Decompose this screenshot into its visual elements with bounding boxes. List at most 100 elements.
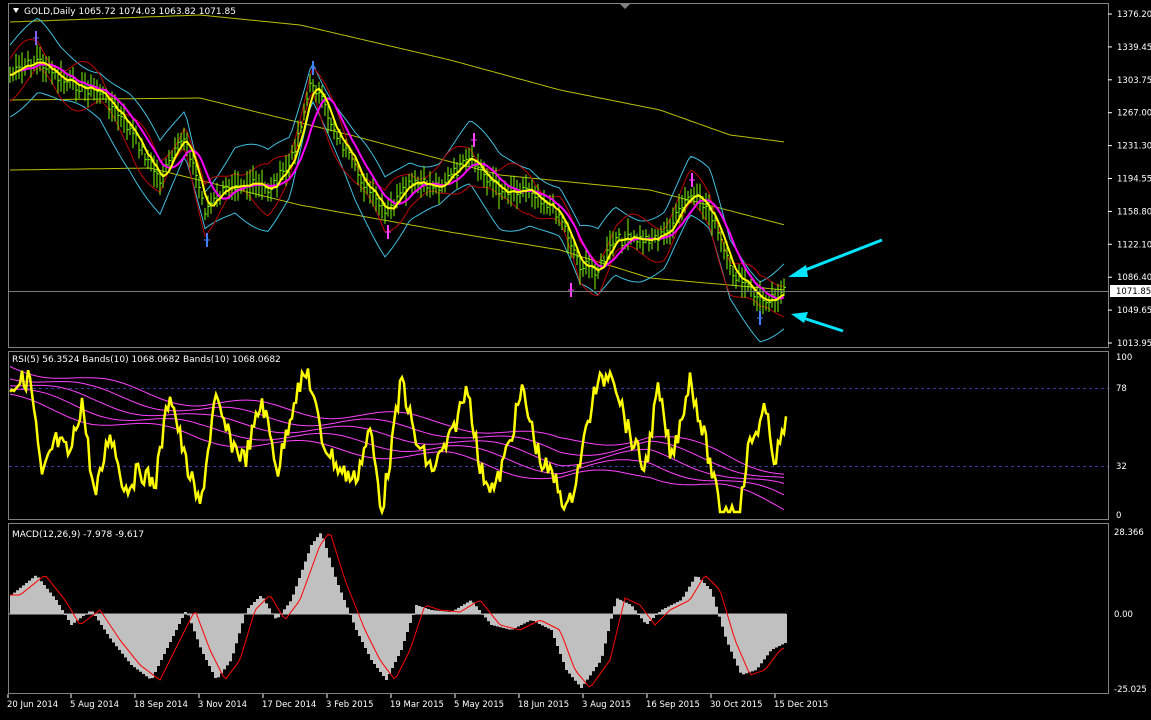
- macd-histogram-bar: [553, 614, 556, 638]
- macd-histogram-bar: [487, 614, 490, 622]
- date-axis: 20 Jun 2014 5 Aug 2014 18 Sep 2014 3 Nov 20…: [7, 694, 828, 710]
- macd-histogram-bar: [40, 581, 43, 614]
- macd-histogram-bar: [298, 578, 301, 614]
- macd-histogram-bar: [571, 614, 574, 678]
- macd-histogram-bar: [700, 580, 703, 614]
- date-label: 19 Mar 2015: [390, 700, 444, 710]
- macd-histogram-bar: [193, 614, 196, 632]
- macd-histogram-bar: [178, 614, 181, 624]
- trading-chart-window: GOLD,Daily 1065.72 1074.03 1063.82 1071.…: [0, 0, 1151, 716]
- macd-histogram-bar: [238, 614, 241, 634]
- macd-histogram-bar: [229, 614, 232, 662]
- macd-header: MACD(12,26,9) -7.978 -9.617: [12, 530, 144, 540]
- price-label: 1339.45: [1117, 43, 1151, 53]
- macd-histogram-bar: [430, 610, 433, 614]
- date-label: 16 Sep 2015: [646, 700, 700, 710]
- rsi-axis: 100 78 32 0: [1116, 353, 1132, 521]
- macd-histogram-bar: [226, 614, 229, 666]
- macd-histogram-bar: [163, 614, 166, 654]
- macd-histogram-bar: [610, 614, 613, 619]
- macd-histogram-bar: [286, 605, 289, 614]
- macd-histogram-bar: [616, 598, 619, 614]
- dropdown-triangle-icon[interactable]: [13, 8, 19, 13]
- macd-histogram-bar: [370, 614, 373, 660]
- macd-histogram-bar: [607, 614, 610, 632]
- macd-level-label: 28.366: [1114, 528, 1144, 538]
- macd-histogram-bar: [478, 610, 481, 614]
- macd-histogram-bar: [55, 600, 58, 614]
- macd-histogram-bar: [742, 614, 745, 675]
- rsi-level-label: 100: [1116, 353, 1132, 363]
- macd-histogram-bar: [781, 614, 784, 645]
- macd-histogram-bar: [394, 614, 397, 662]
- rsi-level-label: 0: [1116, 511, 1121, 521]
- macd-histogram-bar: [121, 614, 124, 654]
- macd-histogram-bar: [118, 614, 121, 650]
- macd-histogram-bar: [10, 595, 13, 614]
- macd-histogram-bar: [265, 603, 268, 614]
- macd-histogram-bar: [268, 608, 271, 614]
- rsi-frame: [8, 351, 1109, 520]
- macd-histogram-bar: [28, 580, 31, 614]
- macd-histogram-bar: [766, 614, 769, 656]
- macd-histogram-bar: [274, 614, 277, 619]
- macd-histogram-bar: [556, 614, 559, 646]
- macd-axis: 28.366 0.00 -25.025: [1114, 528, 1147, 695]
- macd-histogram-bar: [778, 614, 781, 646]
- macd-histogram-bar: [43, 585, 46, 614]
- price-label: 1231.30: [1117, 142, 1151, 152]
- macd-histogram-bar: [526, 614, 529, 622]
- macd-histogram-bar: [49, 592, 52, 614]
- macd-histogram-bar: [37, 577, 40, 614]
- price-label: 1013.95: [1117, 339, 1151, 349]
- macd-histogram-bar: [403, 614, 406, 641]
- fractal-marker-icon: [385, 225, 391, 239]
- macd-histogram-bar: [100, 614, 103, 625]
- macd-histogram-bar: [61, 610, 64, 614]
- macd-histogram-bar: [373, 614, 376, 664]
- macd-histogram-bar: [79, 614, 82, 619]
- date-label: 5 May 2015: [454, 700, 504, 710]
- date-label: 15 Dec 2015: [774, 700, 828, 710]
- macd-histogram-bar: [712, 596, 715, 614]
- macd-histogram-bar: [583, 614, 586, 684]
- macd-histogram-bar: [775, 614, 778, 648]
- envelope-line: [9, 14, 785, 143]
- rsi-band-line: [9, 378, 785, 478]
- macd-histogram-bar: [457, 607, 460, 614]
- macd-histogram-bar: [484, 614, 487, 618]
- macd-histogram-bar: [568, 614, 571, 674]
- macd-histogram-bar: [550, 614, 553, 630]
- macd-histogram-bar: [124, 614, 127, 658]
- macd-histogram-bar: [46, 588, 49, 614]
- scroll-marker-icon[interactable]: [620, 4, 630, 9]
- price-axis: 1376.20 1339.45 1303.75 1267.00 1231.30 1194.…: [1108, 10, 1151, 349]
- macd-histogram-bar: [67, 614, 70, 620]
- macd-histogram-bar: [160, 614, 163, 660]
- macd-histogram-bar: [355, 614, 358, 630]
- macd-histogram-bar: [748, 614, 751, 673]
- chart-canvas[interactable]: GOLD,Daily 1065.72 1074.03 1063.82 1071.…: [0, 0, 1151, 716]
- bollinger-band-line: [9, 17, 785, 283]
- macd-histogram-bar: [211, 614, 214, 672]
- macd-histogram-bar: [769, 614, 772, 652]
- price-label: 1376.20: [1117, 10, 1151, 20]
- macd-histogram-bar: [250, 605, 253, 614]
- macd-histogram-bar: [676, 602, 679, 614]
- macd-histogram-bar: [322, 538, 325, 614]
- macd-histogram-bar: [157, 614, 160, 666]
- macd-histogram-bar: [424, 608, 427, 614]
- date-label: 17 Dec 2014: [262, 700, 316, 710]
- macd-histogram-bar: [22, 585, 25, 614]
- macd-histogram-bar: [337, 585, 340, 614]
- rsi-line: [9, 367, 788, 516]
- macd-histogram-bar: [715, 606, 718, 614]
- macd-histogram-bar: [214, 614, 217, 678]
- macd-histogram-bar: [115, 614, 118, 647]
- price-label: 1194.55: [1117, 175, 1151, 185]
- price-label: 1122.10: [1117, 240, 1151, 250]
- price-label: 1303.75: [1117, 76, 1151, 86]
- macd-histogram-bar: [547, 614, 550, 629]
- macd-histogram-bar: [469, 600, 472, 614]
- macd-histogram-bar: [283, 609, 286, 614]
